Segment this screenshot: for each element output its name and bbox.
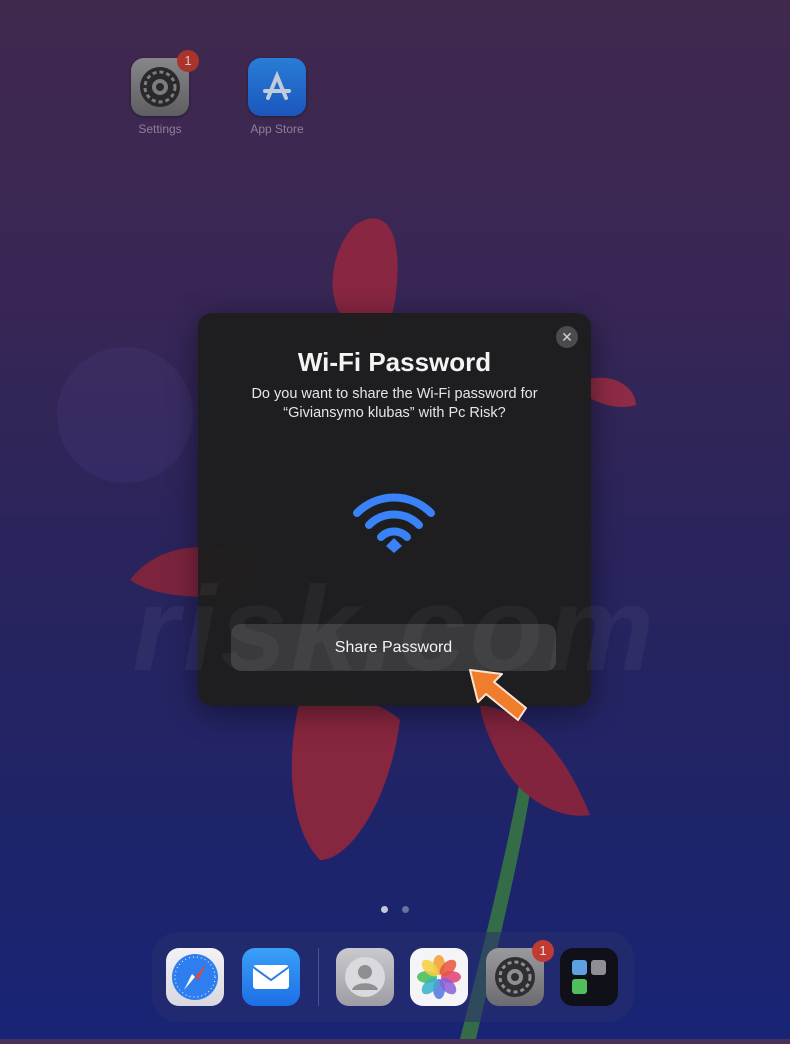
dock-photos[interactable] bbox=[410, 948, 468, 1006]
dock-contacts[interactable] bbox=[336, 948, 394, 1006]
person-icon bbox=[345, 957, 385, 997]
dialog-title: Wi-Fi Password bbox=[297, 347, 492, 377]
envelope-icon bbox=[252, 965, 290, 989]
page-indicator[interactable] bbox=[0, 900, 790, 918]
page-dot-active[interactable] bbox=[380, 906, 388, 913]
dialog-message: Do you want to share the Wi-Fi password … bbox=[251, 386, 538, 421]
wifi-password-dialog: ✕ Wi-Fi Password Do you want to share th… bbox=[198, 313, 591, 706]
dock-mail[interactable] bbox=[242, 948, 300, 1006]
dock-utilities-folder[interactable] bbox=[560, 948, 618, 1006]
dock: 1 bbox=[152, 932, 634, 1022]
folder-icon bbox=[572, 960, 606, 994]
notification-badge: 1 bbox=[532, 940, 554, 962]
dock-settings[interactable]: 1 bbox=[486, 940, 554, 1006]
pointer-arrow-icon bbox=[469, 669, 527, 721]
page-dot[interactable] bbox=[402, 906, 410, 913]
compass-icon bbox=[172, 954, 218, 1000]
dock-safari[interactable] bbox=[166, 948, 224, 1006]
dock-divider bbox=[318, 948, 319, 1006]
close-button[interactable]: ✕ bbox=[556, 326, 578, 348]
wifi-icon bbox=[353, 493, 435, 553]
flower-icon bbox=[417, 955, 461, 999]
